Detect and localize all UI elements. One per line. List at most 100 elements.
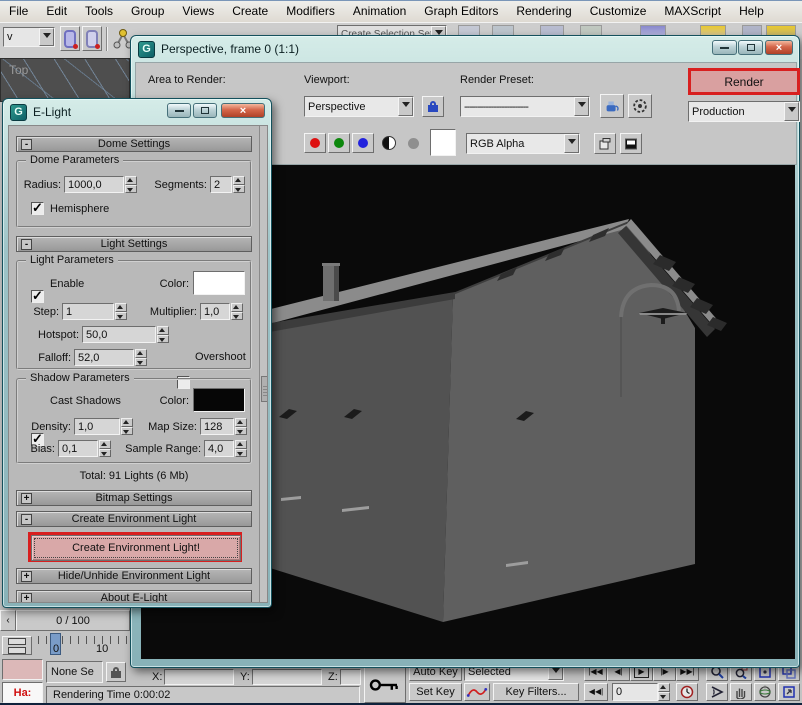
rollout-about-elight[interactable]: + About E-Light: [16, 590, 252, 603]
dropdown-arrow-icon[interactable]: [398, 97, 413, 116]
enable-checkbox[interactable]: [31, 290, 44, 303]
save-image-button[interactable]: [620, 133, 642, 154]
radius-spinner[interactable]: [125, 176, 137, 193]
elight-titlebar[interactable]: G E-Light ×: [3, 99, 271, 125]
elight-close-button[interactable]: ×: [221, 103, 265, 118]
step-spinner[interactable]: [115, 303, 127, 320]
scrollbar-thumb[interactable]: [261, 376, 268, 402]
red-channel-button[interactable]: [304, 133, 326, 153]
step-field[interactable]: [62, 303, 114, 320]
create-environment-light-button[interactable]: Create Environment Light!: [31, 535, 241, 561]
time-slider-prev-button[interactable]: ‹: [0, 610, 16, 631]
default-in-out-tangents-button[interactable]: [464, 683, 490, 701]
blue-channel-button[interactable]: [352, 133, 374, 153]
rollout-dome-settings[interactable]: - Dome Settings: [16, 136, 252, 152]
density-spinner[interactable]: [121, 418, 133, 435]
selection-lock-toggle[interactable]: [106, 662, 126, 682]
menu-file[interactable]: File: [0, 1, 37, 22]
dropdown-arrow-icon[interactable]: [784, 102, 799, 121]
expand-icon[interactable]: +: [21, 571, 32, 582]
background-color-swatch[interactable]: [430, 129, 456, 156]
dropdown-arrow-icon[interactable]: [39, 28, 54, 46]
key-mode-toggle-button[interactable]: ◀◀|: [584, 683, 608, 701]
sample-range-field[interactable]: [204, 440, 234, 457]
elight-minimize-button[interactable]: [167, 103, 191, 118]
falloff-field[interactable]: [74, 349, 134, 366]
menu-modifiers[interactable]: Modifiers: [277, 1, 344, 22]
select-and-link-button[interactable]: [60, 26, 80, 51]
rollout-bitmap-settings[interactable]: + Bitmap Settings: [16, 490, 252, 506]
sample-range-spinner[interactable]: [235, 440, 247, 457]
alpha-channel-button[interactable]: [404, 135, 422, 151]
viewport-lock-button[interactable]: [422, 96, 444, 117]
rollout-hide-unhide[interactable]: + Hide/Unhide Environment Light: [16, 568, 252, 584]
bias-spinner[interactable]: [99, 440, 111, 457]
segments-spinner[interactable]: [233, 176, 245, 193]
render-window-minimize-button[interactable]: [712, 40, 737, 55]
monochrome-button[interactable]: [380, 135, 398, 151]
multiplier-spinner[interactable]: [231, 303, 243, 320]
bias-field[interactable]: [58, 440, 98, 457]
channel-display-dropdown[interactable]: RGB Alpha: [466, 133, 580, 154]
current-frame-field[interactable]: [612, 683, 658, 701]
menu-help[interactable]: Help: [730, 1, 773, 22]
shadow-color-swatch[interactable]: [193, 388, 245, 412]
set-keys-button[interactable]: [364, 667, 406, 703]
hemisphere-checkbox[interactable]: [31, 202, 44, 215]
render-setup-button[interactable]: [600, 94, 624, 118]
menu-rendering[interactable]: Rendering: [507, 1, 580, 22]
segments-field[interactable]: [210, 176, 232, 193]
collapse-icon[interactable]: -: [21, 139, 32, 150]
frame-spinner[interactable]: [658, 683, 670, 701]
dropdown-arrow-icon[interactable]: [564, 134, 579, 153]
render-window-maximize-button[interactable]: [738, 40, 763, 55]
menu-tools[interactable]: Tools: [76, 1, 122, 22]
expand-icon[interactable]: +: [21, 493, 32, 504]
set-key-button[interactable]: Set Key: [409, 683, 462, 701]
falloff-spinner[interactable]: [135, 349, 147, 366]
elight-scrollbar[interactable]: [259, 126, 268, 603]
viewport-label[interactable]: Top: [9, 63, 28, 77]
maximize-viewport-button[interactable]: [778, 683, 800, 701]
open-mini-curve-editor-button[interactable]: [2, 636, 32, 655]
menu-views[interactable]: Views: [173, 1, 223, 22]
render-window-close-button[interactable]: ×: [765, 40, 793, 55]
key-filters-button[interactable]: Key Filters...: [493, 683, 579, 701]
time-slider[interactable]: 0 / 100: [16, 610, 130, 631]
listener-box[interactable]: Ha:: [2, 682, 43, 703]
macro-recorder-box[interactable]: [2, 659, 43, 680]
viewport-top[interactable]: Top: [0, 58, 130, 102]
x-coord-field[interactable]: [164, 669, 234, 685]
hotspot-spinner[interactable]: [157, 326, 169, 343]
clone-rendered-frame-button[interactable]: [594, 133, 616, 154]
hotspot-field[interactable]: [82, 326, 156, 343]
render-preset-dropdown[interactable]: ------------------------: [460, 96, 590, 117]
render-window-titlebar[interactable]: G Perspective, frame 0 (1:1) ×: [131, 36, 799, 62]
multiplier-field[interactable]: [200, 303, 230, 320]
pan-button[interactable]: [730, 683, 752, 701]
rollout-create-environment-light[interactable]: - Create Environment Light: [16, 511, 252, 527]
elight-maximize-button[interactable]: [193, 103, 217, 118]
menu-create[interactable]: Create: [223, 1, 277, 22]
dropdown-arrow-icon[interactable]: [574, 97, 589, 116]
green-channel-button[interactable]: [328, 133, 350, 153]
radius-field[interactable]: [64, 176, 124, 193]
map-size-spinner[interactable]: [235, 418, 247, 435]
collapse-icon[interactable]: -: [21, 514, 32, 525]
collapse-icon[interactable]: -: [21, 239, 32, 250]
menu-edit[interactable]: Edit: [37, 1, 76, 22]
z-coord-field[interactable]: [340, 669, 361, 685]
menu-customize[interactable]: Customize: [581, 1, 656, 22]
environment-settings-button[interactable]: [628, 94, 652, 118]
arc-rotate-button[interactable]: [754, 683, 776, 701]
selection-filter-dropdown[interactable]: v: [3, 27, 55, 47]
expand-icon[interactable]: +: [21, 593, 32, 603]
density-field[interactable]: [74, 418, 120, 435]
menu-graph-editors[interactable]: Graph Editors: [415, 1, 507, 22]
render-button[interactable]: Render: [688, 68, 800, 95]
map-size-field[interactable]: [200, 418, 234, 435]
unlink-selection-button[interactable]: [82, 26, 102, 51]
field-of-view-button[interactable]: [706, 683, 728, 701]
light-color-swatch[interactable]: [193, 271, 245, 295]
viewport-dropdown[interactable]: Perspective: [304, 96, 414, 117]
